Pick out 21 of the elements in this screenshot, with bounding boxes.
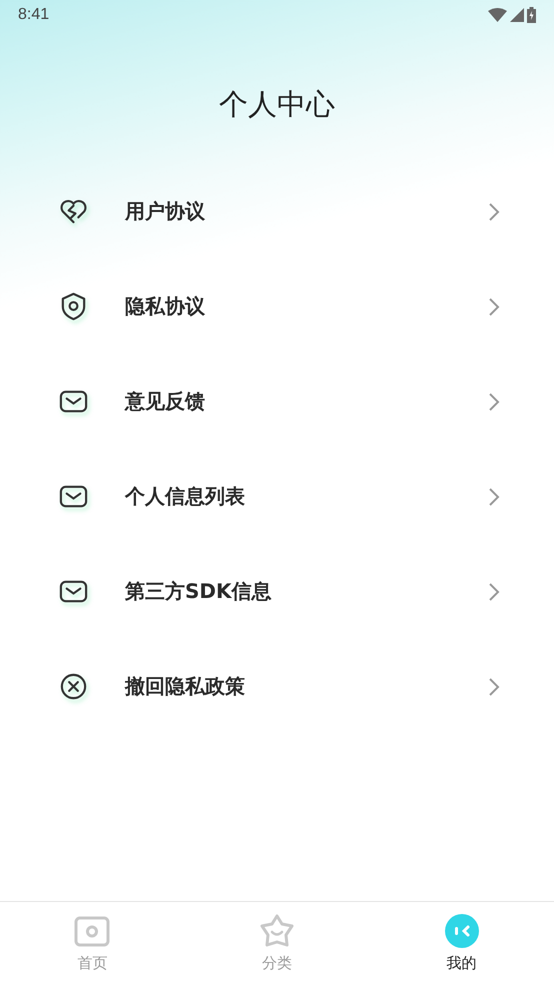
menu-item[interactable]: 个人信息列表 [0,449,554,544]
chevron-right-icon [488,582,500,602]
signal-icon [510,8,524,22]
nav-tab[interactable]: 我的 [369,902,554,984]
menu-item[interactable]: 隐私协议 [0,259,554,354]
chevron-right-icon [488,676,500,696]
wifi-icon [488,8,507,22]
face-icon [444,913,480,949]
menu-item[interactable]: 第三方SDK信息 [0,544,554,639]
menu-item[interactable]: 撤回隐私政策 [0,639,554,734]
battery-icon [527,7,536,23]
menu-item[interactable]: 用户协议 [0,164,554,259]
chevron-right-icon [488,392,500,412]
chevron-right-icon [488,486,500,506]
star-icon [259,913,295,949]
chevron-right-icon [488,202,500,222]
close-circle-icon [58,671,89,702]
page-title: 个人中心 [218,86,336,123]
status-time: 8:41 [18,6,50,24]
chevron-right-icon [488,296,500,316]
menu-item[interactable]: 意见反馈 [0,354,554,449]
